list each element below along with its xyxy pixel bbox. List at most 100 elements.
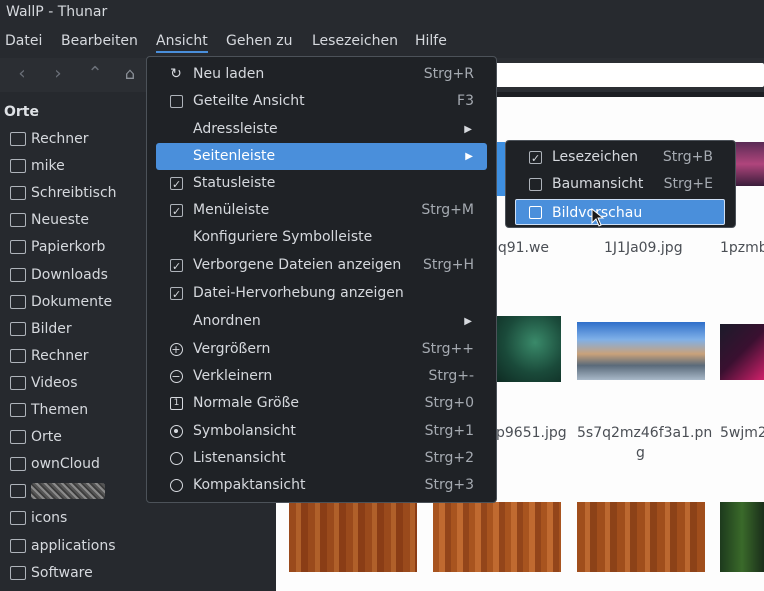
menu-item-label: Baumansicht xyxy=(552,176,644,192)
sidebar-item[interactable]: ownCloud xyxy=(10,456,100,478)
menu-item-label: Kompaktansicht xyxy=(193,477,306,493)
radio-icon xyxy=(170,479,183,492)
folder-icon xyxy=(10,538,26,553)
home-icon[interactable]: ⌂ xyxy=(120,64,140,84)
view-menu-item[interactable]: Listenansicht Strg+2 xyxy=(147,445,496,472)
sidebar-item[interactable] xyxy=(10,483,105,505)
view-menu-item[interactable]: Seitenleiste ▶ xyxy=(156,143,487,170)
normal-size-icon: 1 xyxy=(170,397,183,410)
window-title: WallP - Thunar xyxy=(6,4,108,20)
view-menu-item[interactable]: Symbolansicht Strg+1 xyxy=(147,418,496,445)
sidebar-item-label: Schreibtisch xyxy=(31,185,117,202)
view-menu-item[interactable]: Datei-Hervorhebung anzeigen xyxy=(147,280,496,308)
sidebar-item[interactable]: Dokumente xyxy=(10,294,112,316)
view-menu-item[interactable]: 1 Normale Größe Strg+0 xyxy=(147,390,496,417)
thumbnail-image[interactable] xyxy=(720,502,764,572)
sidebar-item[interactable]: Software xyxy=(10,565,93,587)
file-name[interactable]: 1J1Ja09.jpg xyxy=(604,238,683,258)
folder-icon xyxy=(10,457,26,472)
sidebar-item[interactable]: Videos xyxy=(10,375,78,397)
menu-lesezeichen[interactable]: Lesezeichen xyxy=(312,33,398,49)
file-name-cont: g xyxy=(636,445,645,461)
sidebar-item[interactable]: Downloads xyxy=(10,267,108,289)
sidebar-heading: Orte xyxy=(4,104,39,120)
view-menu-item[interactable]: Menüleiste Strg+M xyxy=(147,197,496,225)
view-menu-item[interactable]: Kompaktansicht Strg+3 xyxy=(147,472,496,499)
back-arrow-icon[interactable]: ‹ xyxy=(12,64,32,84)
desktop-icon xyxy=(10,186,26,201)
view-menu-item[interactable]: Statusleiste xyxy=(147,170,496,198)
menu-item-label: Statusleiste xyxy=(193,175,276,191)
thumbnail-image[interactable] xyxy=(720,324,764,380)
thumbnail-image[interactable] xyxy=(577,502,705,572)
menu-item-shortcut: Strg+0 xyxy=(424,395,474,411)
sidebar-item-label: mike xyxy=(31,158,65,175)
sidebar-item[interactable]: Schreibtisch xyxy=(10,185,117,207)
sidebar-item[interactable]: mike xyxy=(10,158,65,180)
thumbnail-image[interactable] xyxy=(496,316,561,382)
menu-ansicht[interactable]: Ansicht xyxy=(156,33,208,53)
file-name[interactable]: 5s7q2mz46f3a1.pn xyxy=(577,423,712,443)
reload-icon: ↻ xyxy=(170,66,182,82)
sidebar-item[interactable]: Themen xyxy=(10,402,88,424)
computer-icon xyxy=(10,348,26,363)
menu-bearbeiten[interactable]: Bearbeiten xyxy=(61,33,138,49)
sidebar-submenu-item[interactable]: Lesezeichen Strg+B xyxy=(506,144,735,172)
menu-item-label: Seitenleiste xyxy=(193,148,276,164)
view-menu-item[interactable]: + Vergrößern Strg++ xyxy=(147,336,496,363)
sidebar-item[interactable]: icons xyxy=(10,510,67,532)
up-arrow-icon[interactable]: ⌃ xyxy=(85,64,105,84)
sidebar-submenu-item[interactable]: Baumansicht Strg+E xyxy=(506,171,735,198)
sidebar-item[interactable]: Orte xyxy=(10,429,62,451)
sidebar-item[interactable]: Rechner xyxy=(10,348,89,370)
forward-arrow-icon[interactable]: › xyxy=(48,64,68,84)
menu-item-shortcut: Strg+2 xyxy=(424,450,474,466)
view-menu-item[interactable]: Verborgene Dateien anzeigen Strg+H xyxy=(147,252,496,280)
view-menu-item[interactable]: Adressleiste ▶ xyxy=(147,116,496,143)
view-menu-item[interactable]: ↻ Neu laden Strg+R xyxy=(147,61,496,88)
sidebar-item-label: Themen xyxy=(31,402,89,418)
zoom-in-icon: + xyxy=(170,343,183,356)
view-menu-item[interactable]: − Verkleinern Strg+- xyxy=(147,363,496,390)
sidebar-item[interactable]: Rechner xyxy=(10,131,89,153)
sidebar-item-label: Videos xyxy=(31,374,78,391)
file-name[interactable]: p9651.jpg xyxy=(496,423,567,443)
trash-icon xyxy=(10,240,26,255)
checkbox-icon xyxy=(170,95,183,108)
computer-icon xyxy=(10,132,26,146)
sidebar-item[interactable]: Papierkorb xyxy=(10,239,105,261)
menu-bar: Datei Bearbeiten Ansicht Gehen zu Leseze… xyxy=(0,28,764,58)
menu-item-label: Vergrößern xyxy=(193,341,271,357)
view-menu: ↻ Neu laden Strg+R Geteilte Ansicht F3 Adress… xyxy=(146,56,497,503)
sidebar-item[interactable]: Bilder xyxy=(10,321,72,343)
menu-datei[interactable]: Datei xyxy=(5,33,42,49)
checkbox-icon xyxy=(529,206,542,219)
sidebar-item[interactable]: Neueste xyxy=(10,212,89,234)
menu-item-label: Verkleinern xyxy=(193,368,273,384)
view-menu-item[interactable]: Anordnen ▶ xyxy=(147,308,496,335)
submenu-arrow-icon: ▶ xyxy=(465,151,473,162)
location-bar[interactable] xyxy=(470,63,764,87)
checkbox-checked-icon xyxy=(170,171,183,198)
file-name[interactable]: 1pzmb xyxy=(720,238,764,258)
checkbox-icon xyxy=(529,178,542,191)
zoom-out-icon: − xyxy=(170,370,183,383)
menu-item-label: Neu laden xyxy=(193,66,265,82)
thumbnail-image[interactable] xyxy=(289,502,417,572)
file-name[interactable]: 5wjm2 xyxy=(720,423,764,443)
menu-hilfe[interactable]: Hilfe xyxy=(415,33,447,49)
sidebar-item-label: Orte xyxy=(31,429,62,446)
thumbnail-image[interactable] xyxy=(433,502,561,572)
menu-item-shortcut: Strg+3 xyxy=(424,477,474,493)
sidebar-item[interactable]: applications xyxy=(10,538,116,560)
checkbox-checked-icon xyxy=(529,145,542,172)
thumbnail-image[interactable] xyxy=(735,142,764,186)
view-menu-item[interactable]: Konfiguriere Symbolleiste xyxy=(147,224,496,251)
document-icon xyxy=(10,294,26,309)
thumbnail-image[interactable] xyxy=(577,322,705,380)
view-menu-item[interactable]: Geteilte Ansicht F3 xyxy=(147,88,496,115)
menu-gehen-zu[interactable]: Gehen zu xyxy=(226,33,293,49)
clock-icon xyxy=(10,213,26,228)
sidebar-submenu-item[interactable]: Bildvorschau xyxy=(515,199,725,225)
menu-item-label: Geteilte Ansicht xyxy=(193,93,305,109)
